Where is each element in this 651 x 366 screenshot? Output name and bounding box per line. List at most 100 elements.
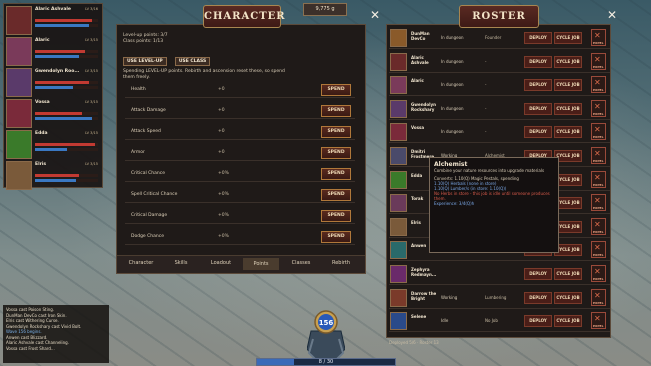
party-member[interactable]: Edda LV 3/15 — [6, 130, 102, 159]
use-level-up-button[interactable]: USE LEVEL-UP — [123, 57, 167, 66]
expel-button[interactable]: ✕ EXPEL — [591, 194, 606, 212]
expel-label: EXPEL — [593, 229, 604, 234]
cycle-job-button[interactable]: CYCLE JOB — [554, 32, 582, 44]
roster-portrait — [390, 170, 407, 189]
roster-portrait — [390, 52, 407, 71]
expel-x-icon: ✕ — [594, 314, 601, 324]
roster-row: Vossa In dungeon - DEPLOY CYCLE JOB ✕ EXPEL — [389, 121, 610, 144]
stat-label: Attack Damage — [131, 108, 166, 113]
party-member-level: LV 3/15 — [85, 38, 98, 42]
spend-button[interactable]: SPEND — [321, 84, 351, 96]
expel-button[interactable]: ✕ EXPEL — [591, 170, 606, 188]
health-bar — [35, 143, 98, 146]
mana-bar — [35, 24, 98, 27]
expel-x-icon: ✕ — [594, 290, 601, 300]
party-member[interactable]: Gwendolyn Roo... LV 3/15 — [6, 68, 102, 97]
expel-button[interactable]: ✕ EXPEL — [591, 123, 606, 141]
deploy-button[interactable]: DEPLOY — [524, 291, 552, 304]
expel-button[interactable]: ✕ EXPEL — [591, 76, 606, 94]
deploy-button[interactable]: DEPLOY — [524, 126, 552, 139]
deploy-button[interactable]: DEPLOY — [524, 102, 552, 115]
roster-row: Alaric Ashvale In dungeon - DEPLOY CYCLE JOB… — [389, 51, 610, 73]
stat-label: Health — [131, 87, 146, 92]
spend-button[interactable]: SPEND — [321, 168, 351, 180]
deploy-button[interactable]: DEPLOY — [524, 79, 552, 92]
stat-value: +0% — [218, 171, 229, 176]
character-close-icon[interactable]: ✕ — [370, 9, 380, 21]
deploy-button[interactable]: DEPLOY — [524, 55, 552, 68]
cycle-job-button[interactable]: CYCLE JOB — [554, 291, 582, 304]
cycle-job-button[interactable]: CYCLE JOB — [554, 268, 582, 280]
expel-button[interactable]: ✕ EXPEL — [591, 29, 606, 46]
stat-value: +0% — [218, 213, 229, 218]
roster-name: Darrow the Bright — [411, 290, 437, 301]
spend-button[interactable]: SPEND — [321, 105, 351, 117]
stat-label: Critical Chance — [131, 171, 166, 176]
spend-button[interactable]: SPEND — [321, 126, 351, 138]
party-portrait — [6, 68, 32, 97]
stat-value: +0 — [218, 150, 225, 155]
expel-button[interactable]: ✕ EXPEL — [591, 99, 606, 117]
stat-value: +0% — [218, 234, 229, 239]
stat-value: +0 — [218, 87, 225, 92]
cycle-job-button[interactable]: CYCLE JOB — [554, 126, 582, 139]
roster-job: - — [485, 82, 487, 88]
character-panel-title: CHARACTER — [203, 5, 285, 28]
roster-name: Vossa — [411, 125, 425, 131]
cycle-job-button[interactable]: CYCLE JOB — [554, 102, 582, 115]
roster-status: Idle — [441, 318, 449, 324]
party-member[interactable]: Elris LV 3/15 — [6, 161, 102, 190]
party-member-name: Edda — [35, 131, 48, 136]
roster-status: In dungeon — [441, 105, 464, 111]
party-portrait — [6, 99, 32, 128]
expel-label: EXPEL — [593, 206, 604, 211]
expel-label: EXPEL — [593, 159, 604, 163]
roster-row: Gwendolyn Rockshary In dungeon - DEPLOY CYCL… — [389, 98, 610, 120]
party-member-level: LV 3/15 — [85, 100, 98, 104]
roster-close-icon[interactable]: ✕ — [607, 9, 617, 21]
expel-button[interactable]: ✕ EXPEL — [591, 312, 606, 330]
expel-x-icon: ✕ — [594, 219, 601, 229]
tab-character[interactable]: Character — [123, 260, 159, 266]
spend-button[interactable]: SPEND — [321, 189, 351, 201]
cycle-job-button[interactable]: CYCLE JOB — [554, 79, 582, 92]
mana-bar — [35, 148, 98, 151]
deploy-button[interactable]: DEPLOY — [524, 315, 552, 328]
roster-name: Alaric Ashvale — [411, 54, 429, 65]
expel-button[interactable]: ✕ EXPEL — [591, 217, 606, 235]
expel-button[interactable]: ✕ EXPEL — [591, 265, 606, 282]
expel-label: EXPEL — [593, 277, 604, 281]
party-member-level: LV 3/15 — [85, 131, 98, 135]
party-member[interactable]: Vossa LV 3/15 — [6, 99, 102, 128]
party-member[interactable]: Alaric LV 3/15 — [6, 37, 102, 66]
expel-button[interactable]: ✕ EXPEL — [591, 288, 606, 306]
expel-button[interactable]: ✕ EXPEL — [591, 52, 606, 70]
party-member-level: LV 3/15 — [85, 162, 98, 166]
cycle-job-button[interactable]: CYCLE JOB — [554, 315, 582, 328]
expel-button[interactable]: ✕ EXPEL — [591, 147, 606, 164]
expel-x-icon: ✕ — [594, 243, 601, 253]
use-class-button[interactable]: USE CLASS — [174, 57, 211, 66]
expel-button[interactable]: ✕ EXPEL — [591, 241, 606, 259]
tab-loadout[interactable]: Loadout — [203, 260, 239, 266]
tooltip-line: Experience: 3/4(Q)h — [434, 201, 475, 206]
cycle-job-button[interactable]: CYCLE JOB — [554, 55, 582, 68]
deploy-button[interactable]: DEPLOY — [524, 268, 552, 280]
expel-label: EXPEL — [593, 111, 604, 116]
roster-status: In dungeon — [441, 129, 464, 135]
tab-skills[interactable]: Skills — [163, 260, 199, 266]
spend-button[interactable]: SPEND — [321, 147, 351, 159]
spend-button[interactable]: SPEND — [321, 210, 351, 222]
tab-classes[interactable]: Classes — [283, 260, 319, 266]
tab-rebirth[interactable]: Rebirth — [323, 260, 359, 266]
roster-portrait — [390, 123, 407, 142]
class-points: Class points: 1/13 — [123, 39, 164, 44]
character-tabs: Character Skills Loadout Points Classes Rebir… — [117, 255, 365, 273]
stat-row: Armor +0 SPEND — [125, 146, 355, 161]
party-member[interactable]: Alaric Ashvale LV 3/16 — [6, 6, 102, 35]
alchemist-tooltip: Alchemist Combine your nature resources … — [429, 157, 559, 253]
deploy-button[interactable]: DEPLOY — [524, 32, 552, 44]
spend-button[interactable]: SPEND — [321, 231, 351, 243]
party-portrait — [6, 130, 32, 159]
tab-points[interactable]: Points — [243, 258, 279, 270]
